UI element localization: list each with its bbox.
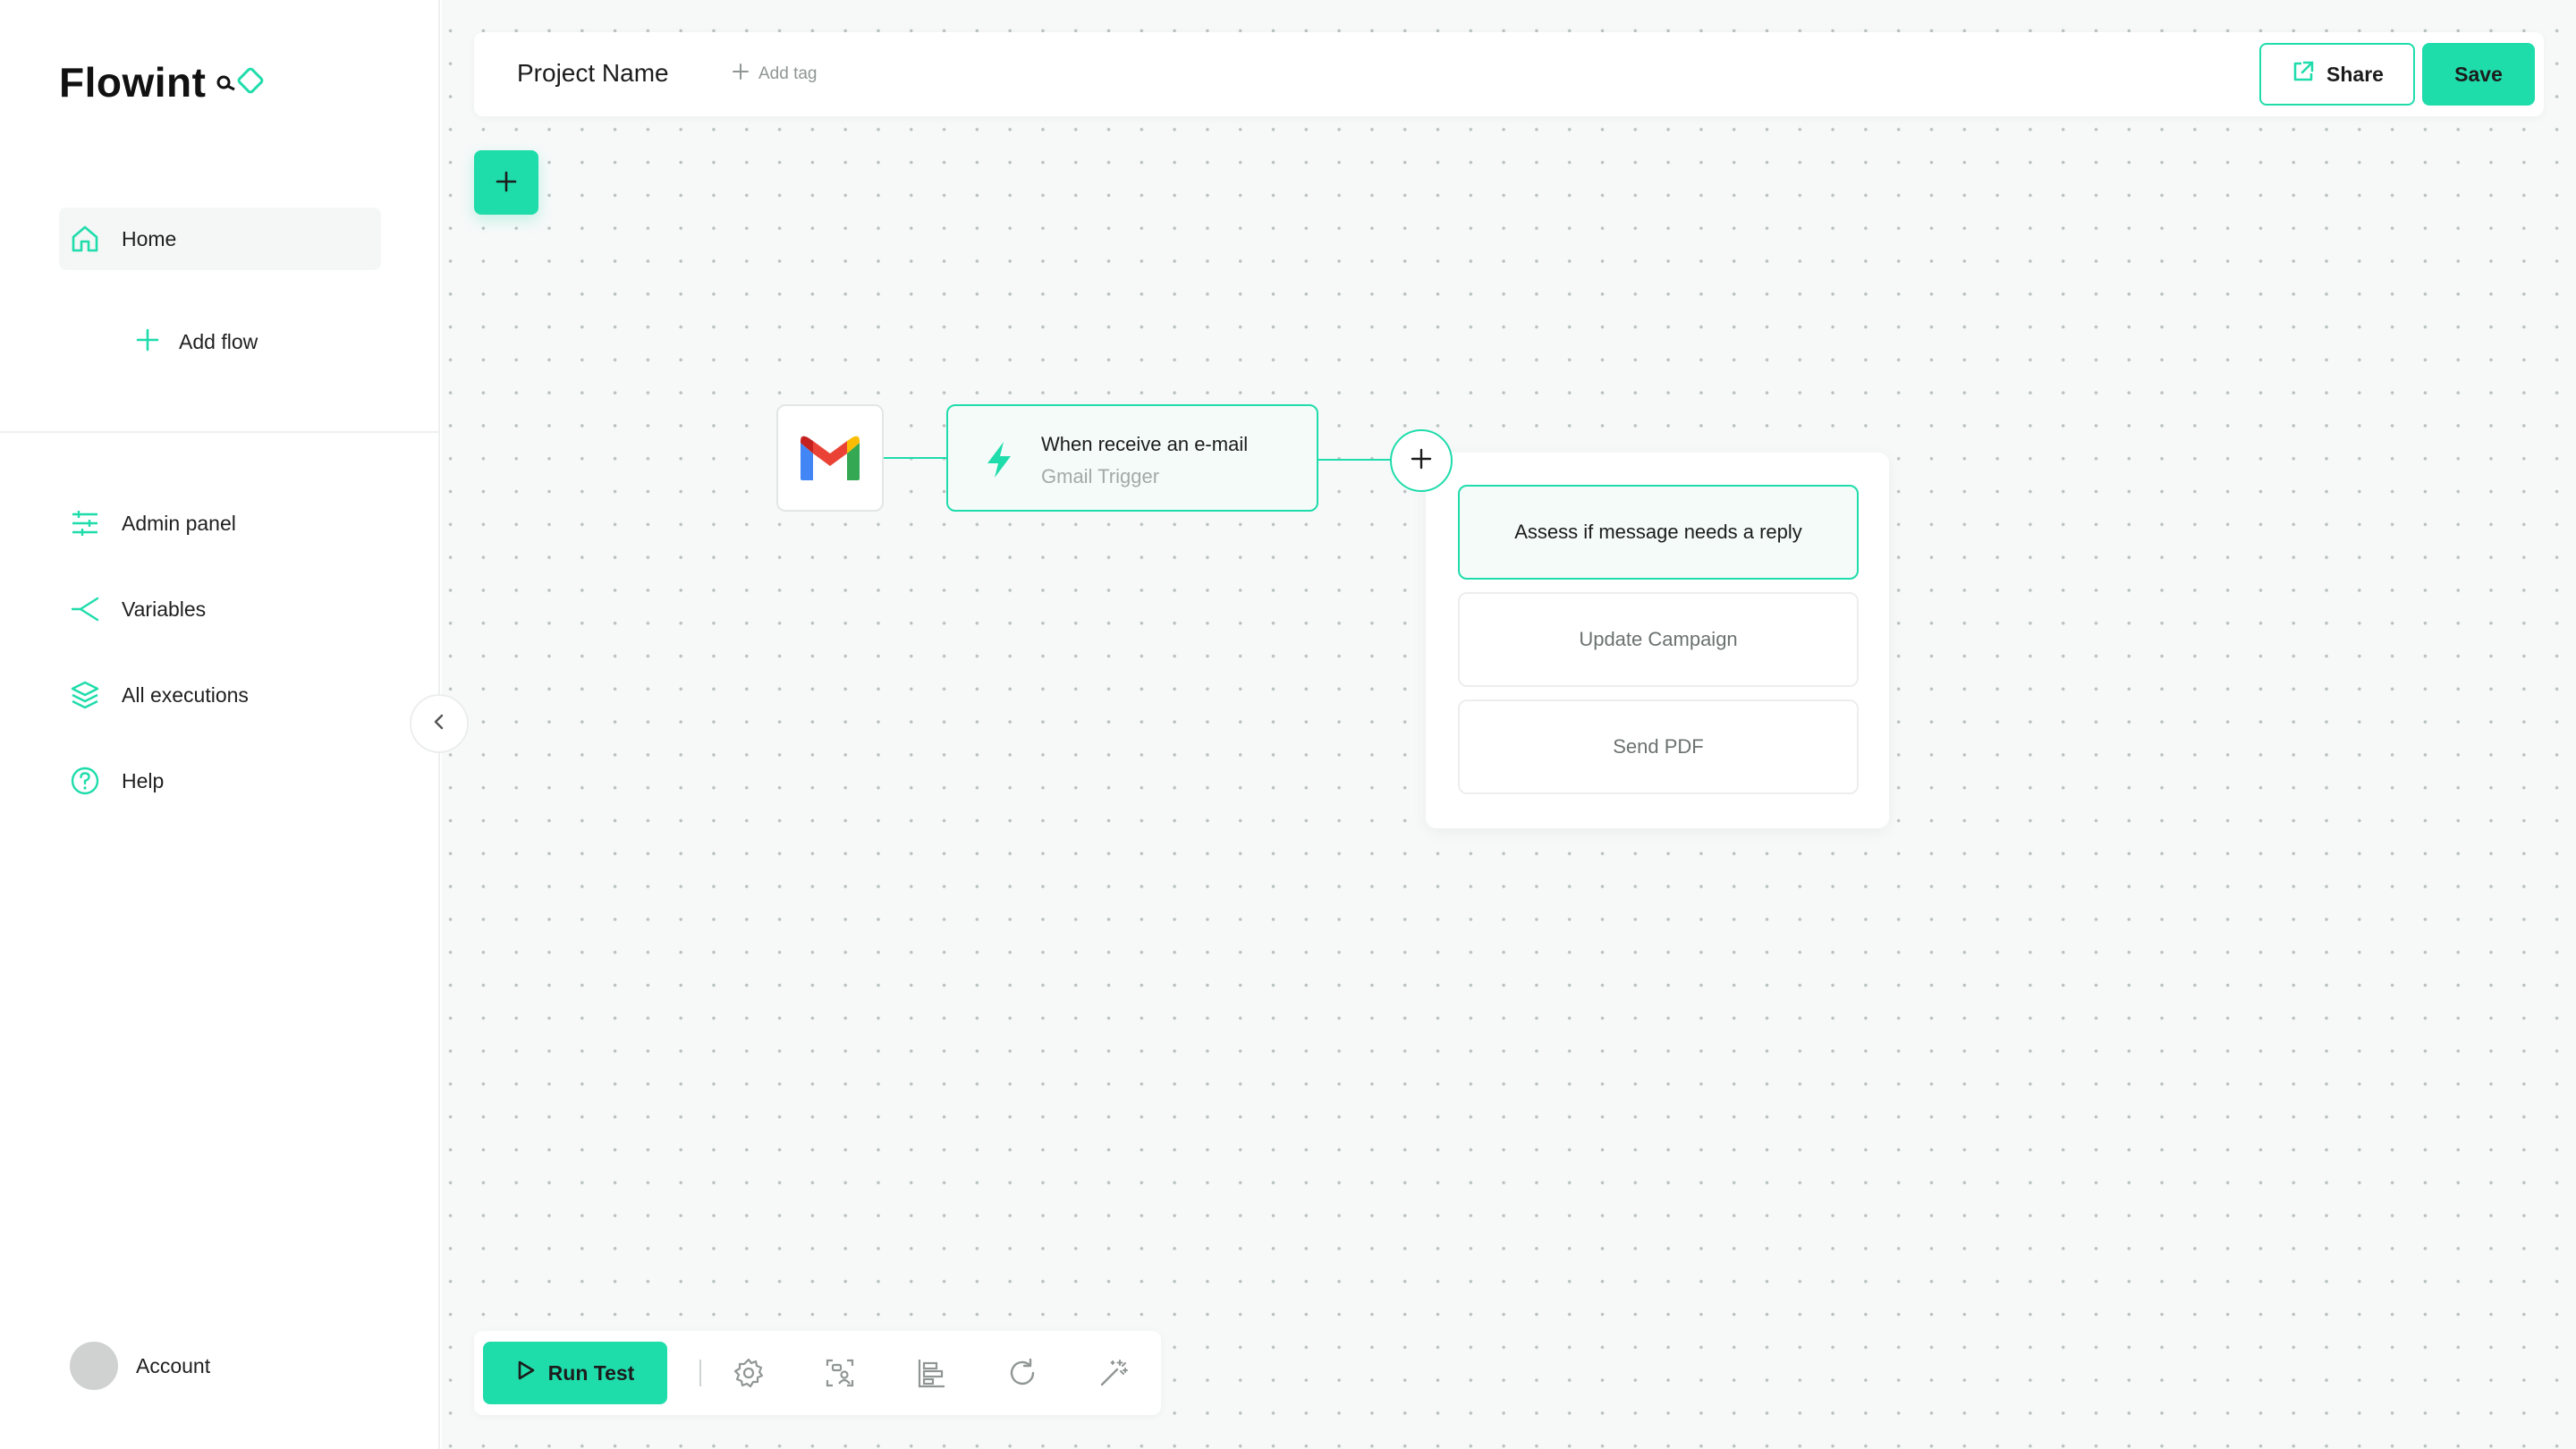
- run-test-button[interactable]: Run Test: [483, 1342, 667, 1404]
- add-flow-button[interactable]: Add flow: [136, 324, 258, 360]
- help-icon: [68, 764, 102, 798]
- sidebar-item-all-executions[interactable]: All executions: [59, 664, 381, 726]
- sidebar-item-home[interactable]: Home: [59, 208, 381, 270]
- avatar: [70, 1342, 118, 1390]
- layers-icon: [68, 678, 102, 712]
- sliders-icon: [68, 506, 102, 540]
- add-flow-label: Add flow: [179, 329, 258, 353]
- add-tag-button[interactable]: Add tag: [732, 63, 818, 86]
- menu-option-assess-reply[interactable]: Assess if message needs a reply: [1458, 485, 1859, 580]
- refresh-icon[interactable]: [1000, 1351, 1045, 1395]
- plus-icon: [136, 328, 159, 356]
- save-button[interactable]: Save: [2422, 43, 2535, 106]
- menu-option-send-pdf[interactable]: Send PDF: [1458, 699, 1859, 794]
- run-test-label: Run Test: [547, 1360, 635, 1385]
- sidebar-item-admin-panel[interactable]: Admin panel: [59, 492, 381, 555]
- account-label: Account: [136, 1353, 211, 1377]
- users-icon[interactable]: [818, 1351, 862, 1395]
- collapse-sidebar-button[interactable]: [410, 694, 469, 753]
- menu-option-update-campaign[interactable]: Update Campaign: [1458, 592, 1859, 687]
- plus-icon: [732, 63, 750, 86]
- settings-icon[interactable]: [726, 1351, 771, 1395]
- sidebar-item-label: Variables: [122, 597, 207, 621]
- share-label: Share: [2326, 62, 2384, 86]
- external-link-icon: [2291, 59, 2316, 89]
- chevron-left-icon: [430, 713, 448, 735]
- gmail-icon: [801, 436, 860, 480]
- project-header: Project Name Add tag Share Save: [474, 32, 2544, 116]
- add-step-button[interactable]: [1390, 429, 1453, 492]
- trigger-title: When receive an e-mail: [1041, 433, 1249, 455]
- toolbar-separator: [699, 1360, 701, 1386]
- account[interactable]: Account: [70, 1342, 210, 1390]
- action-menu: Assess if message needs a reply Update C…: [1426, 453, 1889, 828]
- trigger-node[interactable]: When receive an e-mail Gmail Trigger: [946, 404, 1318, 512]
- align-icon[interactable]: [909, 1351, 953, 1395]
- logo-mark-icon: [216, 67, 264, 94]
- branch-icon: [68, 592, 102, 626]
- sidebar: Flowint Home Add flow Admin panel Variab…: [0, 0, 440, 1449]
- connector-line: [884, 457, 946, 459]
- play-icon: [516, 1360, 536, 1386]
- magic-wand-icon[interactable]: [1091, 1351, 1136, 1395]
- project-name[interactable]: Project Name: [517, 59, 669, 88]
- add-tag-label: Add tag: [758, 64, 818, 83]
- sidebar-item-label: Admin panel: [122, 511, 236, 535]
- sidebar-item-help[interactable]: Help: [59, 750, 381, 812]
- add-node-button[interactable]: [474, 150, 538, 215]
- gmail-node[interactable]: [776, 404, 884, 512]
- bottom-toolbar: Run Test: [474, 1331, 1161, 1415]
- plus-icon: [1410, 447, 1433, 475]
- home-icon: [68, 222, 102, 256]
- plus-icon: [495, 170, 518, 196]
- logo[interactable]: Flowint: [59, 57, 268, 107]
- sidebar-item-label: Help: [122, 768, 165, 792]
- connector-line: [1318, 459, 1392, 461]
- sidebar-divider: [0, 431, 440, 433]
- logo-text: Flowint: [59, 59, 207, 106]
- trigger-subtitle: Gmail Trigger: [1041, 465, 1160, 487]
- sidebar-item-label: Home: [122, 226, 177, 250]
- sidebar-item-label: All executions: [122, 682, 249, 707]
- lightning-icon: [987, 442, 1011, 478]
- share-button[interactable]: Share: [2259, 43, 2415, 106]
- sidebar-item-variables[interactable]: Variables: [59, 578, 381, 640]
